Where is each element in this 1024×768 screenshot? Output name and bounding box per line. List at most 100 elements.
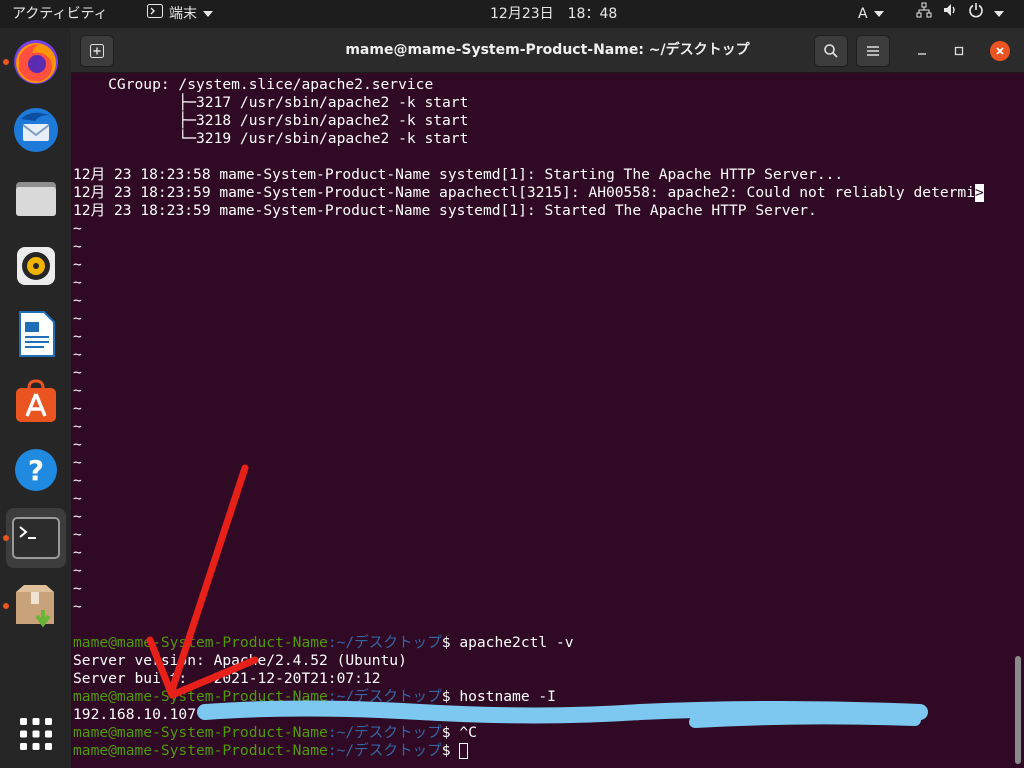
tilde-line: ~ [73, 508, 82, 525]
tilde-line: ~ [73, 256, 82, 273]
thunderbird-icon [14, 108, 58, 152]
activities-button[interactable]: アクティビティ [12, 0, 108, 28]
running-indicator [3, 59, 9, 65]
output-line: Server version: Apache/2.4.52 (Ubuntu) [73, 652, 407, 669]
tilde-line: ~ [73, 328, 82, 345]
package-icon [16, 585, 54, 628]
maximize-button[interactable] [949, 41, 969, 61]
system-menu-button[interactable] [916, 0, 1004, 28]
tilde-line: ~ [73, 580, 82, 597]
dock-rhythmbox[interactable] [6, 236, 66, 296]
chevron-down-icon [203, 11, 213, 17]
prompt-user: mame@mame-System-Product-Name [73, 724, 328, 741]
dock-help[interactable]: ? [6, 440, 66, 500]
prompt-sign: $ [441, 634, 460, 651]
dock-archive-manager[interactable] [3, 576, 66, 636]
dock-files[interactable] [6, 168, 66, 228]
tilde-line: ~ [73, 400, 82, 417]
clock-label: 12月23日 18：48 [490, 6, 618, 22]
new-tab-button[interactable] [80, 35, 114, 67]
scrollbar[interactable] [1015, 656, 1021, 764]
network-icon [916, 0, 932, 28]
dock-terminal[interactable] [3, 508, 66, 568]
svg-text:?: ? [28, 454, 44, 487]
minimize-button[interactable] [912, 41, 932, 61]
prompt-line: mame@mame-System-Product-Name:~/デスクトップ$ … [73, 688, 556, 706]
command-text: apache2ctl -v [459, 634, 574, 651]
log-line: 12月 23 18:23:59 mame-System-Product-Name… [73, 184, 984, 202]
chevron-down-icon [873, 11, 884, 17]
prompt-sign: $ [441, 724, 460, 741]
terminal-icon [12, 517, 60, 559]
prompt-path: :~/デスクトップ [327, 688, 442, 705]
app-menu-label: 端末 [169, 6, 197, 22]
new-tab-icon [90, 44, 104, 58]
firefox-icon [14, 40, 58, 84]
prompt-sign: $ [441, 742, 460, 759]
terminal-small-icon [147, 0, 163, 28]
document-icon [19, 311, 55, 357]
tilde-line: ~ [73, 382, 82, 399]
prompt-user: mame@mame-System-Product-Name [73, 634, 328, 651]
terminal-area[interactable]: CGroup: /system.slice/apache2.service ├─… [71, 73, 1024, 768]
running-indicator [3, 535, 9, 541]
status-line: CGroup: /system.slice/apache2.service [73, 76, 434, 93]
log-line: 12月 23 18:23:59 mame-System-Product-Name… [73, 202, 817, 219]
truncation-marker: > [975, 184, 984, 202]
prompt-line: mame@mame-System-Product-Name:~/デスクトップ$ [73, 742, 469, 760]
help-icon: ? [15, 449, 57, 491]
tilde-line: ~ [73, 454, 82, 471]
tilde-line: ~ [73, 490, 82, 507]
power-icon [968, 0, 984, 28]
header-bar: mame@mame-System-Product-Name: ~/デスクトップ [71, 28, 1024, 73]
prompt-user: mame@mame-System-Product-Name [73, 688, 328, 705]
command-text: ^C [459, 724, 477, 741]
folder-icon [16, 182, 56, 216]
status-line: ├─3217 /usr/sbin/apache2 -k start [73, 94, 469, 111]
prompt-path: :~/デスクトップ [327, 742, 442, 759]
command-text: hostname -I [459, 688, 556, 705]
hamburger-icon [867, 46, 879, 56]
tilde-line: ~ [73, 472, 82, 489]
minimize-icon [918, 53, 926, 55]
log-line-text: 12月 23 18:23:59 mame-System-Product-Name… [73, 184, 975, 201]
tilde-line: ~ [73, 310, 82, 327]
tilde-line: ~ [73, 364, 82, 381]
maximize-icon [954, 46, 964, 56]
prompt-sign: $ [441, 688, 460, 705]
close-button[interactable] [990, 41, 1010, 61]
tilde-line: ~ [73, 544, 82, 561]
menu-button[interactable] [856, 35, 890, 67]
input-method-button[interactable]: A [858, 0, 884, 28]
tilde-line: ~ [73, 274, 82, 291]
tilde-line: ~ [73, 562, 82, 579]
top-bar: アクティビティ 端末 12月23日 18：48 A [0, 0, 1024, 28]
text-cursor [459, 743, 469, 759]
status-line: ├─3218 /usr/sbin/apache2 -k start [73, 112, 469, 129]
app-menu-button[interactable]: 端末 [147, 0, 213, 28]
prompt-line: mame@mame-System-Product-Name:~/デスクトップ$ … [73, 724, 477, 742]
dock-firefox[interactable] [3, 32, 66, 92]
tilde-line: ~ [73, 526, 82, 543]
search-icon [824, 44, 838, 58]
terminal-window: mame@mame-System-Product-Name: ~/デスクトップ … [71, 28, 1024, 768]
tilde-line: ~ [73, 346, 82, 363]
tilde-line: ~ [73, 418, 82, 435]
running-indicator [3, 603, 9, 609]
output-line: Server built: 2021-12-20T21:07:12 [73, 670, 381, 687]
activities-label: アクティビティ [12, 6, 108, 22]
show-applications-button[interactable] [6, 704, 66, 764]
dock: ? [0, 28, 71, 768]
prompt-path: :~/デスクトップ [327, 634, 442, 651]
dock-libreoffice-writer[interactable] [6, 304, 66, 364]
search-button[interactable] [814, 35, 848, 67]
chevron-down-icon [994, 11, 1004, 17]
speaker-icon [17, 247, 55, 285]
dock-thunderbird[interactable] [6, 100, 66, 160]
prompt-user: mame@mame-System-Product-Name [73, 742, 328, 759]
output-line: 192.168.10.107 [73, 706, 197, 723]
prompt-path: :~/デスクトップ [327, 724, 442, 741]
clock-button[interactable]: 12月23日 18：48 [490, 0, 617, 28]
dock-ubuntu-software[interactable] [6, 372, 66, 432]
tilde-line: ~ [73, 238, 82, 255]
